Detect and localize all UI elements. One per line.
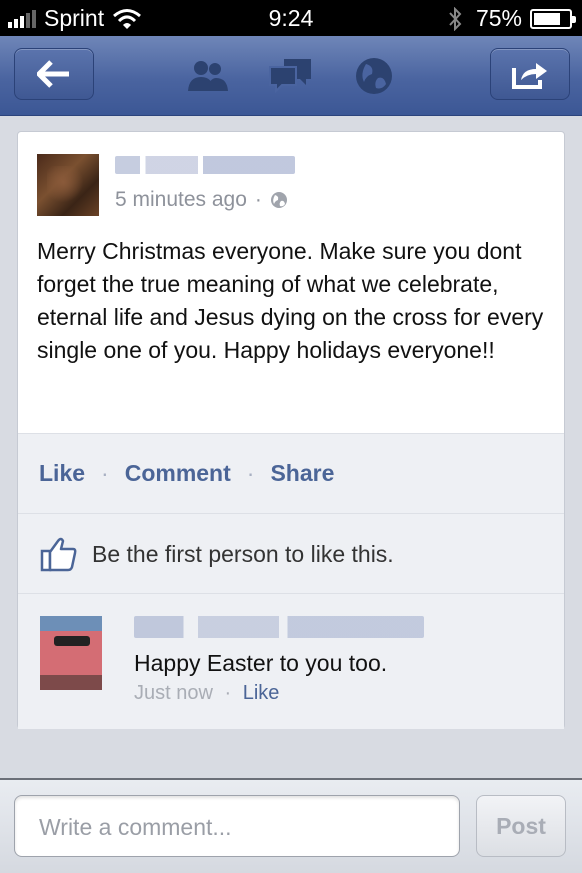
compose-bar: Write a comment... Post	[0, 778, 582, 873]
share-action-button[interactable]: Share	[270, 460, 334, 487]
globe-icon[interactable]	[350, 54, 398, 98]
battery-icon	[530, 8, 576, 29]
comment-time: Just now	[134, 682, 213, 704]
post-meta: 5 minutes ago ·	[115, 188, 288, 212]
battery-percent: 75%	[475, 5, 522, 31]
comment-item: Happy Easter to you too. Just now · Like	[18, 594, 564, 729]
public-globe-icon	[270, 192, 287, 208]
messages-icon[interactable]	[267, 54, 315, 98]
comment-meta: Just now · Like	[134, 682, 279, 705]
poster-avatar[interactable]	[37, 154, 99, 216]
comment-like-button[interactable]: Like	[243, 682, 280, 704]
post-timestamp: 5 minutes ago	[115, 188, 247, 211]
comment-input[interactable]: Write a comment...	[14, 795, 460, 857]
post-body: Merry Christmas everyone. Make sure you …	[37, 238, 544, 363]
poster-name-blurred[interactable]	[115, 156, 295, 174]
share-icon	[512, 63, 547, 89]
nav-bar	[0, 36, 582, 116]
status-bar: Sprint 9:24 75%	[0, 0, 582, 36]
action-separator: ·	[246, 460, 255, 486]
share-button[interactable]	[490, 48, 570, 100]
bluetooth-icon	[449, 6, 462, 31]
comment-meta-separator: ·	[224, 682, 232, 704]
likes-text: Be the first person to like this.	[92, 541, 394, 567]
friends-icon[interactable]	[184, 54, 232, 98]
comment-button[interactable]: Comment	[125, 460, 231, 487]
commenter-avatar[interactable]	[40, 616, 102, 690]
post-actions: Like · Comment · Share	[18, 434, 564, 514]
meta-separator: ·	[254, 188, 262, 211]
likes-row: Be the first person to like this.	[18, 514, 564, 594]
action-separator: ·	[101, 460, 109, 486]
comment-text: Happy Easter to you too.	[134, 650, 388, 676]
post-card: 5 minutes ago · Merry Christmas everyone…	[17, 131, 565, 729]
post-button[interactable]: Post	[476, 795, 566, 857]
back-button[interactable]	[14, 48, 94, 100]
commenter-name-blurred[interactable]	[134, 616, 424, 638]
thumbs-up-icon	[40, 537, 77, 572]
arrow-left-icon	[37, 60, 69, 88]
like-button[interactable]: Like	[39, 460, 85, 487]
